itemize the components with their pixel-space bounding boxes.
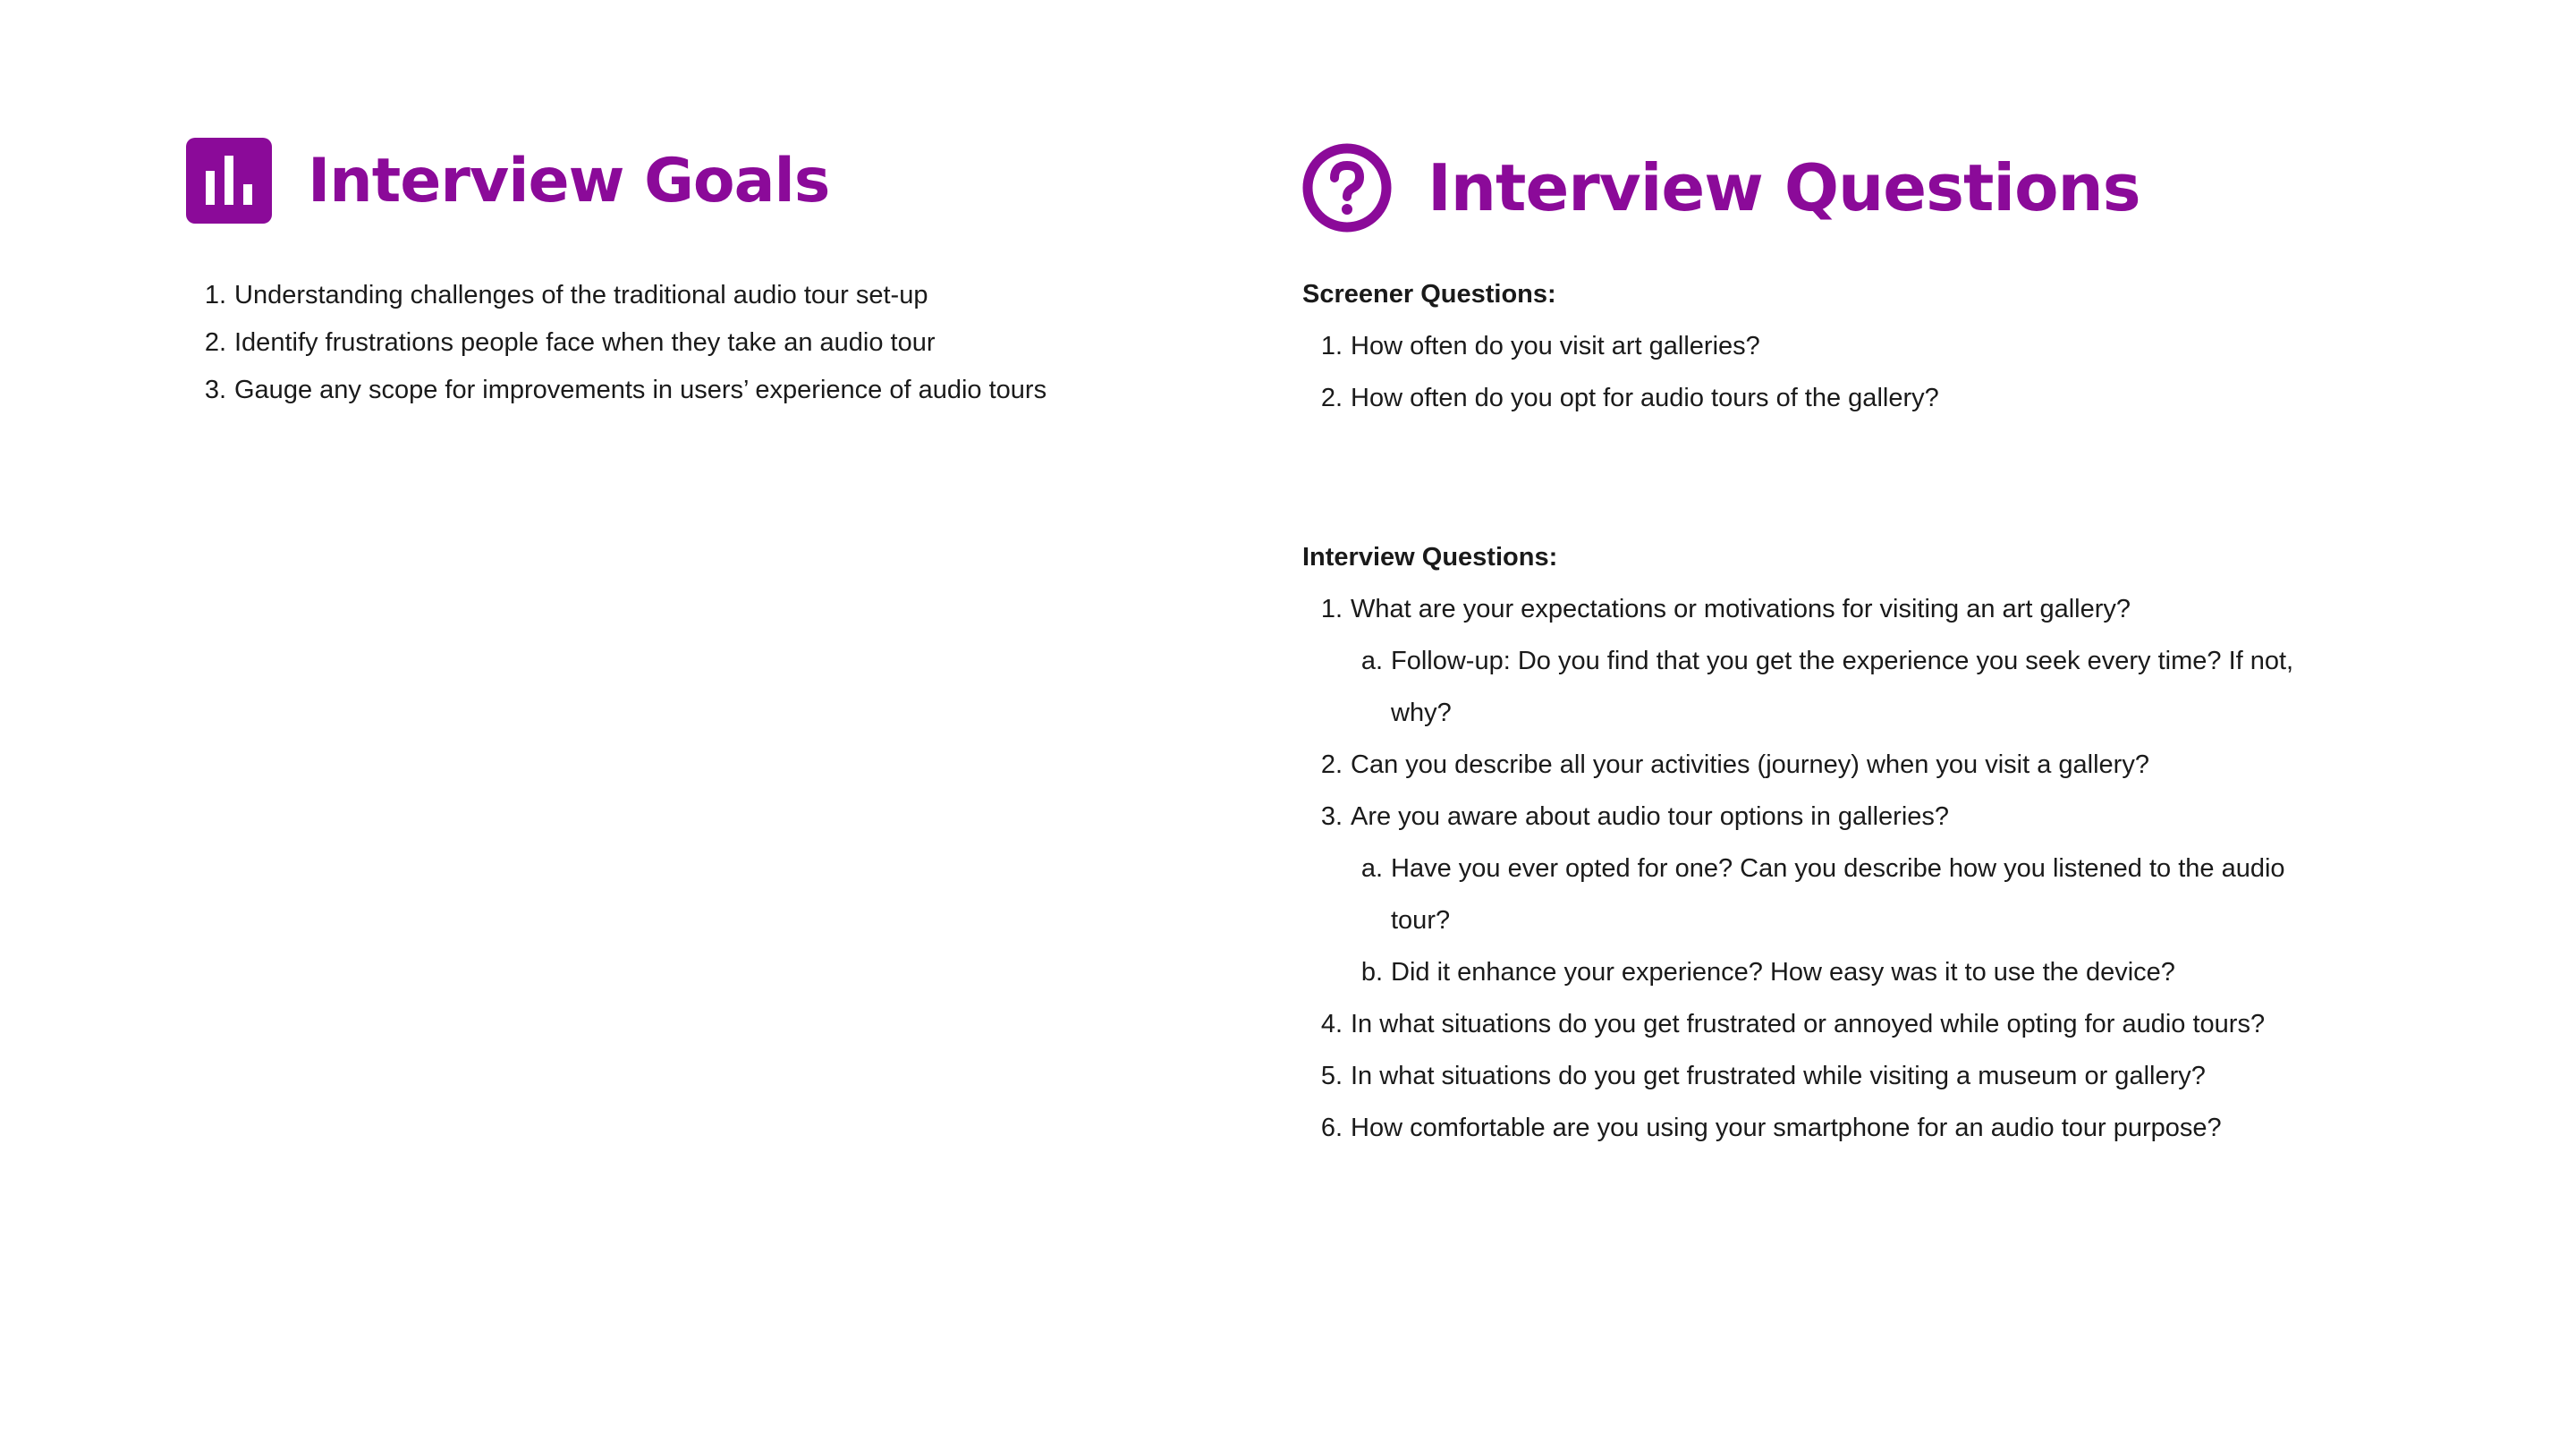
goal-item: 2. Identify frustrations people face when… xyxy=(186,319,1206,367)
interview-question-item: 4. In what situations do you get frustrat… xyxy=(1302,998,2492,1050)
follow-up-text: Have you ever opted for one? Can you des… xyxy=(1391,854,2285,935)
follow-up-letter: a. xyxy=(1360,647,1383,675)
goal-number: 2. xyxy=(204,328,226,357)
interview-question-text: Can you describe all your activities (jo… xyxy=(1351,750,2149,779)
follow-up-letter: b. xyxy=(1360,958,1383,987)
follow-up-item: a. Have you ever opted for one? Can you d… xyxy=(1343,843,2492,946)
interview-goals-section: Interview Goals 1. Understanding challeng… xyxy=(186,138,1206,414)
interview-question-text: In what situations do you get frustrated… xyxy=(1351,1010,2266,1038)
goals-list: 1. Understanding challenges of the tradit… xyxy=(186,272,1206,414)
goal-text: Identify frustrations people face when t… xyxy=(234,328,936,357)
question-number: 3. xyxy=(1320,802,1343,831)
follow-up-item: b. Did it enhance your experience? How ea… xyxy=(1343,946,2492,998)
interview-question-text: Are you aware about audio tour options i… xyxy=(1351,802,1950,831)
follow-up-list: a. Follow-up: Do you find that you get th… xyxy=(1302,635,2492,739)
goal-text: Gauge any scope for improvements in user… xyxy=(234,376,1047,404)
follow-up-text: Follow-up: Do you find that you get the … xyxy=(1391,647,2294,727)
interview-questions-title: Interview Questions xyxy=(1428,150,2141,225)
screener-question-row: 2. How often do you opt for audio tours o… xyxy=(1302,372,2492,424)
question-number: 4. xyxy=(1320,1010,1343,1038)
interview-question-item: 1. What are your expectations or motivati… xyxy=(1302,583,2492,739)
question-number: 1. xyxy=(1320,595,1343,623)
question-number: 2. xyxy=(1320,384,1343,412)
goal-text: Understanding challenges of the traditio… xyxy=(234,281,928,309)
interview-question-text: In what situations do you get frustrated… xyxy=(1351,1062,2206,1090)
question-number: 5. xyxy=(1320,1062,1343,1090)
interview-question-item: 2. Can you describe all your activities (… xyxy=(1302,739,2492,791)
interview-question-row: 3. Are you aware about audio tour options… xyxy=(1302,791,2492,843)
screener-questions-label: Screener Questions: xyxy=(1302,280,1556,309)
interview-question-item: 6. How comfortable are you using your sma… xyxy=(1302,1102,2492,1154)
interview-question-row: 4. In what situations do you get frustrat… xyxy=(1302,998,2492,1050)
screener-questions-list: 1. How often do you visit art galleries? 2… xyxy=(1302,320,2492,424)
follow-up-list: a. Have you ever opted for one? Can you d… xyxy=(1302,843,2492,998)
question-circle-icon xyxy=(1302,143,1392,233)
question-number: 2. xyxy=(1320,750,1343,779)
interview-question-row: 5. In what situations do you get frustrat… xyxy=(1302,1050,2492,1102)
question-number: 1. xyxy=(1320,332,1343,360)
interview-question-item: 5. In what situations do you get frustrat… xyxy=(1302,1050,2492,1102)
interview-question-row: 1. What are your expectations or motivati… xyxy=(1302,583,2492,635)
goal-item: 3. Gauge any scope for improvements in us… xyxy=(186,367,1206,414)
bar-chart-icon xyxy=(186,138,272,224)
screener-question-text: How often do you visit art galleries? xyxy=(1351,332,1760,360)
goal-number: 1. xyxy=(204,281,226,309)
follow-up-item: a. Follow-up: Do you find that you get th… xyxy=(1343,635,2492,739)
interview-goals-title: Interview Goals xyxy=(308,145,830,216)
interview-goals-heading: Interview Goals xyxy=(186,138,1206,224)
interview-questions-section: Interview Questions Screener Questions: … xyxy=(1302,143,2492,1154)
interview-question-item: 3. Are you aware about audio tour options… xyxy=(1302,791,2492,998)
screener-question-item: 1. How often do you visit art galleries? xyxy=(1302,320,2492,372)
interview-questions-label: Interview Questions: xyxy=(1302,543,1558,572)
question-number: 6. xyxy=(1320,1114,1343,1142)
goal-item: 1. Understanding challenges of the tradit… xyxy=(186,272,1206,319)
interview-questions-heading: Interview Questions xyxy=(1302,143,2492,233)
screener-question-row: 1. How often do you visit art galleries? xyxy=(1302,320,2492,372)
interview-question-text: How comfortable are you using your smart… xyxy=(1351,1114,2222,1142)
goal-number: 3. xyxy=(204,376,226,404)
screener-question-text: How often do you opt for audio tours of … xyxy=(1351,384,1939,412)
interview-question-row: 6. How comfortable are you using your sma… xyxy=(1302,1102,2492,1154)
interview-question-row: 2. Can you describe all your activities (… xyxy=(1302,739,2492,791)
screener-question-item: 2. How often do you opt for audio tours o… xyxy=(1302,372,2492,424)
follow-up-text: Did it enhance your experience? How easy… xyxy=(1391,958,2175,987)
interview-question-text: What are your expectations or motivation… xyxy=(1351,595,2131,623)
follow-up-letter: a. xyxy=(1360,854,1383,883)
interview-questions-list: 1. What are your expectations or motivati… xyxy=(1302,583,2492,1154)
